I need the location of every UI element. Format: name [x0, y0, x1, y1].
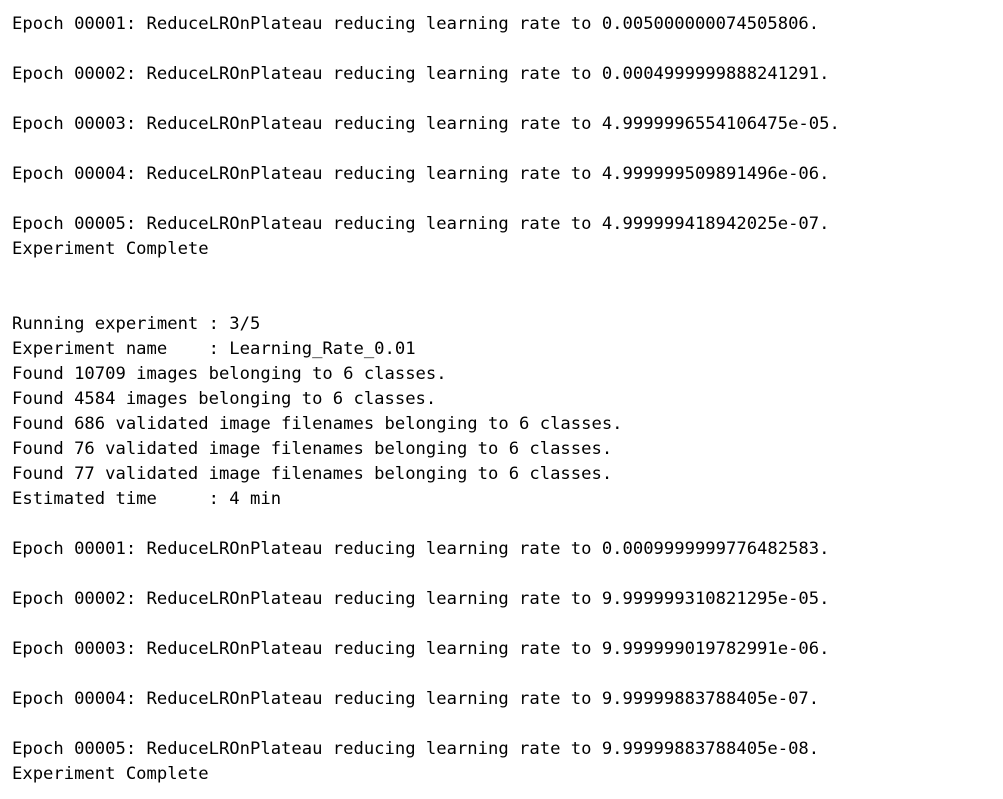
output-line: Epoch 00005: ReduceLROnPlateau reducing … — [12, 739, 820, 759]
output-line: Epoch 00004: ReduceLROnPlateau reducing … — [12, 689, 820, 709]
output-line: Epoch 00003: ReduceLROnPlateau reducing … — [12, 639, 830, 659]
console-output: Epoch 00001: ReduceLROnPlateau reducing … — [12, 12, 997, 787]
output-line: Epoch 00001: ReduceLROnPlateau reducing … — [12, 14, 820, 34]
output-line: Epoch 00005: ReduceLROnPlateau reducing … — [12, 214, 830, 234]
output-line: Experiment Complete — [12, 239, 209, 259]
output-line: Found 76 validated image filenames belon… — [12, 439, 613, 459]
output-line: Estimated time : 4 min — [12, 489, 282, 509]
output-line: Experiment Complete — [12, 764, 209, 784]
output-line: Epoch 00001: ReduceLROnPlateau reducing … — [12, 539, 830, 559]
output-line: Epoch 00003: ReduceLROnPlateau reducing … — [12, 114, 840, 134]
output-line: Epoch 00002: ReduceLROnPlateau reducing … — [12, 64, 830, 84]
output-line: Found 77 validated image filenames belon… — [12, 464, 613, 484]
output-line: Running experiment : 3/5 — [12, 314, 261, 334]
output-line: Epoch 00004: ReduceLROnPlateau reducing … — [12, 164, 830, 184]
output-line: Found 10709 images belonging to 6 classe… — [12, 364, 447, 384]
output-line: Found 686 validated image filenames belo… — [12, 414, 623, 434]
output-line: Found 4584 images belonging to 6 classes… — [12, 389, 437, 409]
output-line: Epoch 00002: ReduceLROnPlateau reducing … — [12, 589, 830, 609]
output-line: Experiment name : Learning_Rate_0.01 — [12, 339, 416, 359]
